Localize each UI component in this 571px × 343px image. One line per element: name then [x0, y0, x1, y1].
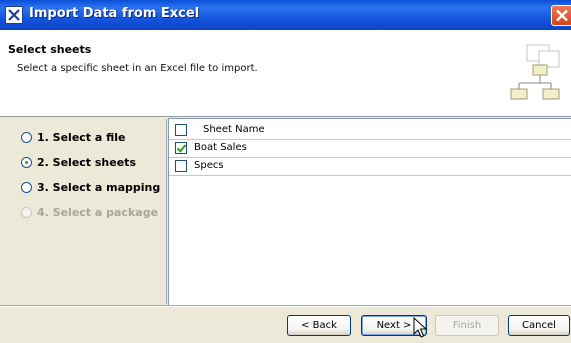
- step-label: 1. Select a file: [37, 131, 126, 144]
- wizard-steps: 1. Select a file 2. Select sheets 3. Sel…: [7, 119, 167, 304]
- import-dialog: Import Data from Excel Select sheets Sel…: [0, 0, 571, 343]
- close-icon: [556, 9, 568, 22]
- step-label: 2. Select sheets: [37, 156, 136, 169]
- select-all-checkbox[interactable]: [175, 124, 187, 136]
- wizard-header: Select sheets Select a specific sheet in…: [0, 30, 571, 117]
- sheet-table: Sheet Name Boat Sales Specs: [168, 118, 571, 306]
- row-checkbox[interactable]: [175, 142, 187, 154]
- row-checkbox[interactable]: [175, 160, 187, 172]
- excel-import-icon: [5, 6, 23, 24]
- mouse-pointer-icon: [413, 317, 427, 338]
- step-radio[interactable]: [21, 132, 32, 143]
- window-title: Import Data from Excel: [29, 6, 200, 21]
- close-button[interactable]: [551, 5, 571, 26]
- column-header-sheet-name: Sheet Name: [203, 124, 265, 135]
- footer-divider-highlight: [0, 306, 571, 307]
- step-radio[interactable]: [21, 157, 32, 168]
- sheet-name-cell: Boat Sales: [194, 142, 247, 153]
- hierarchy-diagram-icon: [510, 44, 560, 100]
- table-row[interactable]: Specs: [169, 158, 571, 176]
- step-radio[interactable]: [21, 182, 32, 193]
- page-description: Select a specific sheet in an Excel file…: [17, 63, 258, 74]
- step-radio: [21, 207, 32, 218]
- table-header: Sheet Name: [169, 122, 571, 140]
- step-label: 3. Select a mapping: [37, 181, 161, 194]
- finish-button[interactable]: Finish: [435, 315, 499, 336]
- title-bar[interactable]: Import Data from Excel: [0, 0, 571, 30]
- cancel-button[interactable]: Cancel: [508, 315, 570, 336]
- sheet-name-cell: Specs: [194, 160, 224, 171]
- table-row[interactable]: Boat Sales: [169, 140, 571, 158]
- step-label: 4. Select a package: [37, 206, 159, 219]
- page-title: Select sheets: [8, 43, 92, 56]
- back-button[interactable]: < Back: [287, 315, 351, 336]
